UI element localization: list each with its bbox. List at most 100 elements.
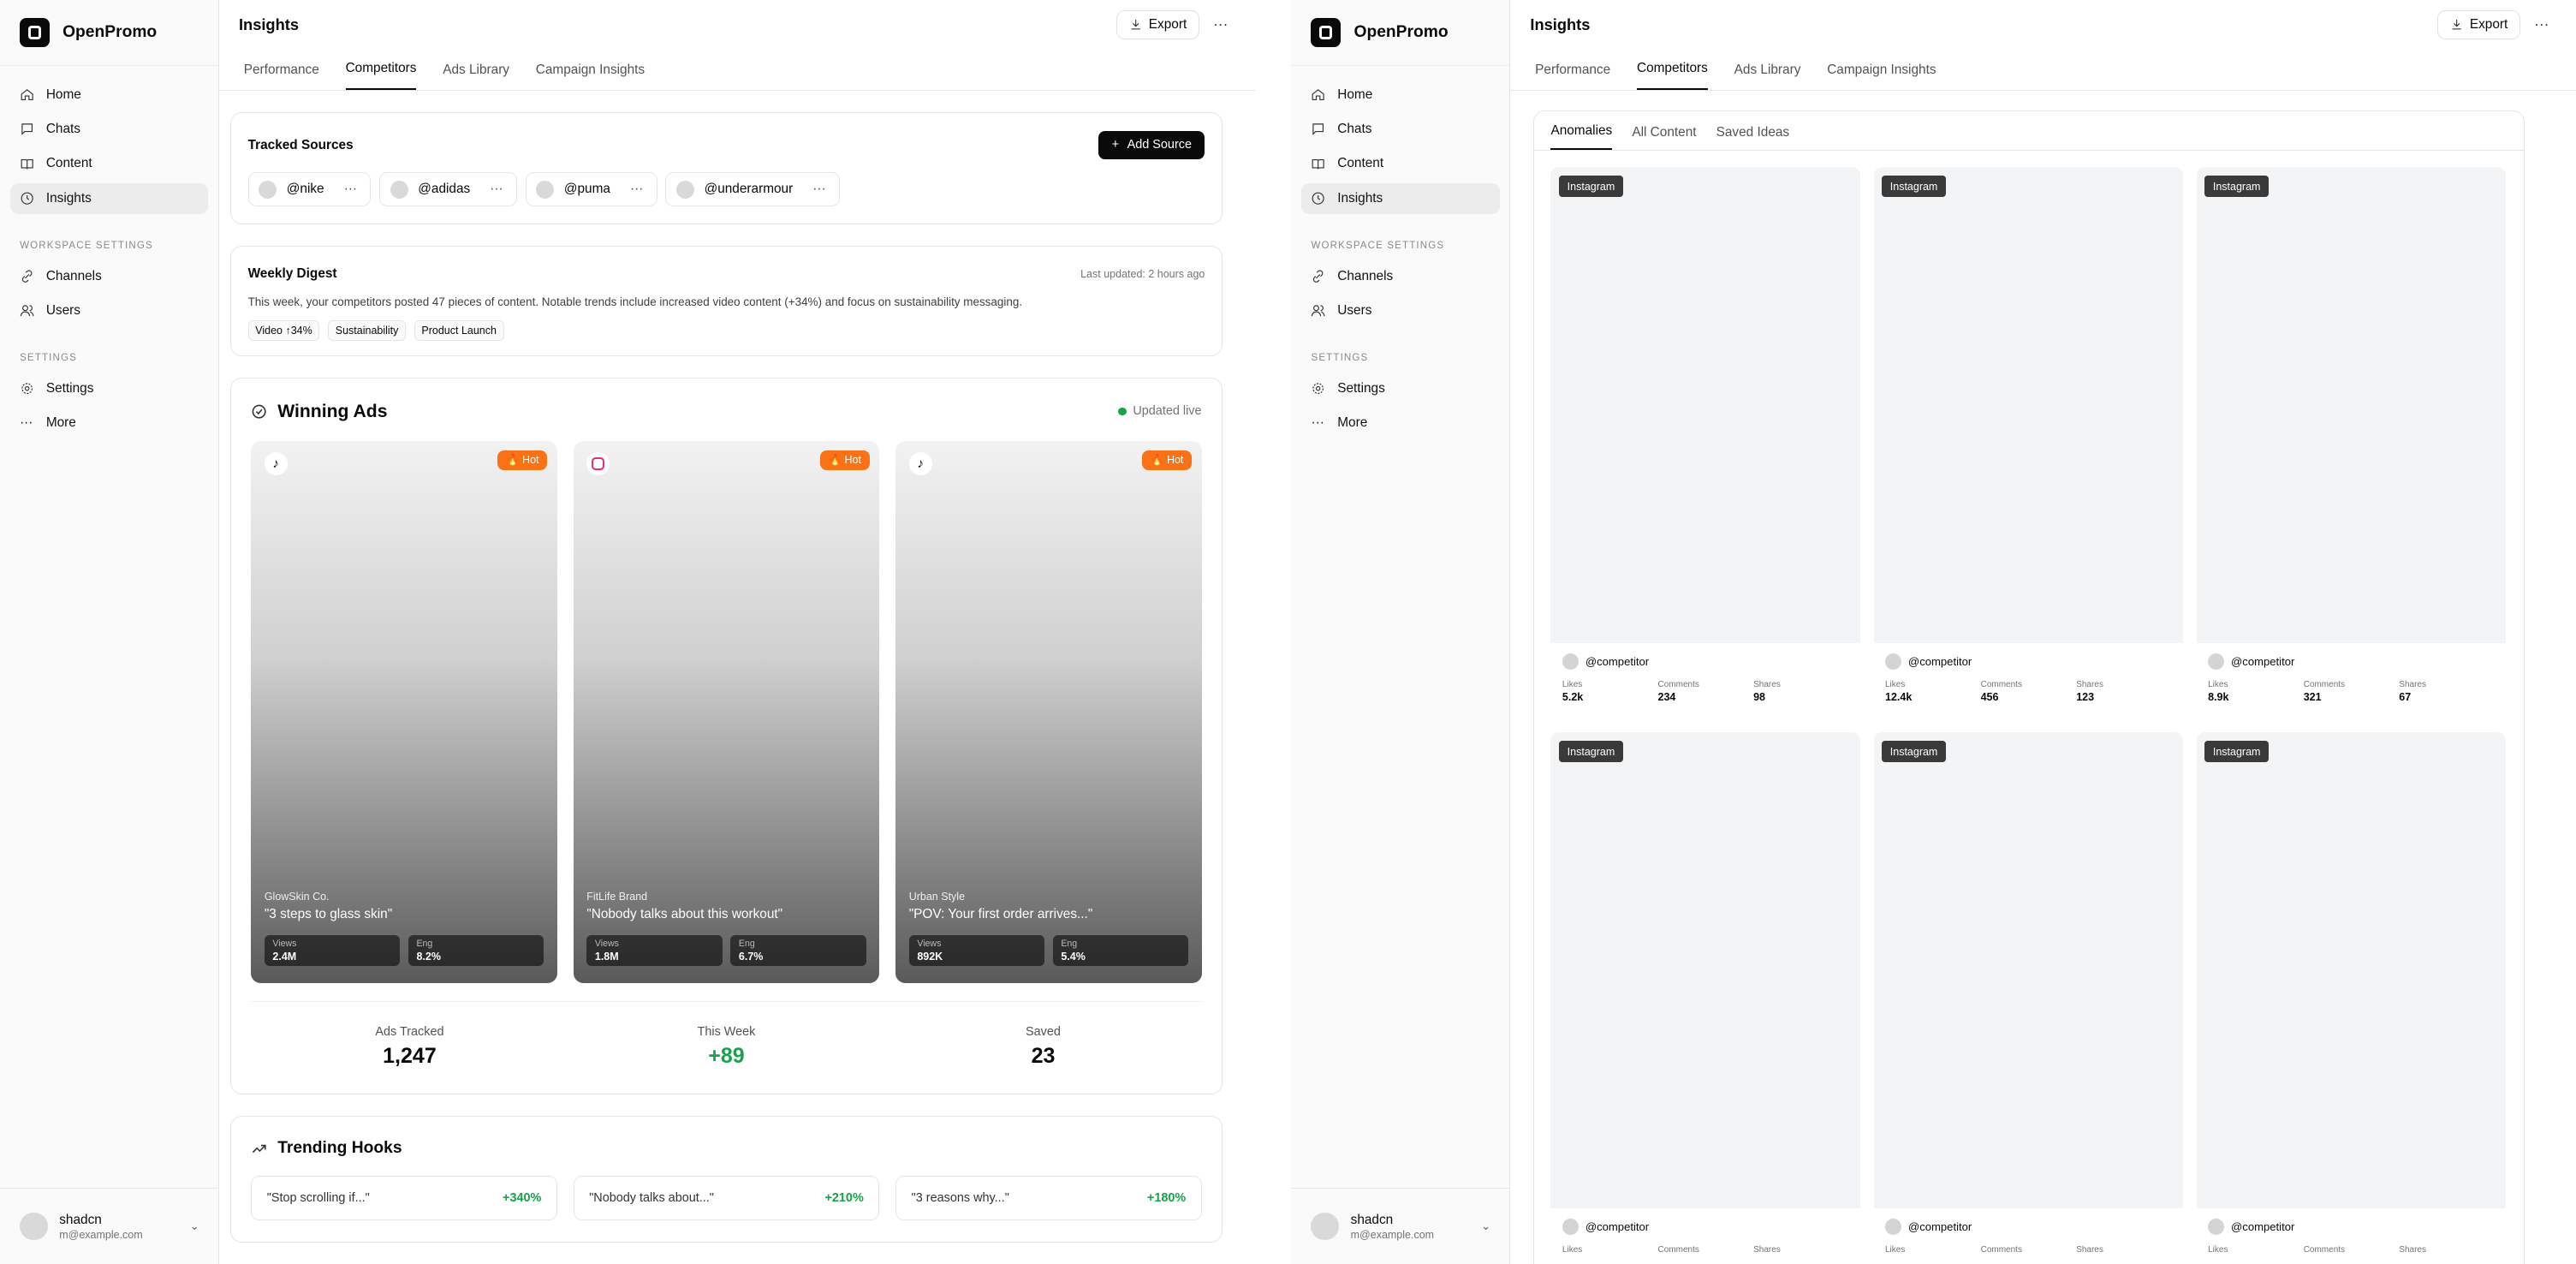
nav-item-more[interactable]: ··· More (1301, 408, 1500, 439)
ad-card[interactable]: ♪ 🔥 Hot GlowSkin Co. "3 steps to glass s… (251, 440, 557, 983)
post-thumbnail[interactable]: Instagram (2196, 732, 2507, 1209)
tab-performance[interactable]: Performance (244, 63, 319, 89)
metric-label: Likes (1562, 679, 1583, 689)
likes-metric: Likes (2208, 1243, 2304, 1256)
nav-item-settings[interactable]: Settings (10, 373, 209, 405)
ellipsis-icon[interactable]: ··· (630, 182, 643, 197)
tab-ads-library[interactable]: Ads Library (1734, 63, 1801, 89)
ad-card[interactable]: 🔥 Hot FitLife Brand "Nobody talks about … (573, 440, 880, 983)
stat-value: 892K (917, 951, 943, 963)
settings-nav: Settings ··· More (1291, 373, 1509, 439)
post-thumbnail[interactable]: Instagram (1873, 167, 2184, 644)
hook-item[interactable]: "3 reasons why..." +180% (895, 1175, 1202, 1220)
stat-value: 8.2% (416, 951, 441, 963)
stat-value: 1.8M (594, 951, 619, 963)
brand[interactable]: OpenPromo (1291, 0, 1510, 66)
post-thumbnail[interactable]: Instagram (1873, 732, 2184, 1209)
settings-heading: SETTINGS (20, 353, 77, 364)
left-panel: OpenPromo Home Chats Content Insights WO… (0, 0, 1256, 1264)
nav-item-content[interactable]: Content (1301, 148, 1500, 180)
add-source-button[interactable]: + Add Source (1098, 130, 1205, 159)
metric-label: Shares (2076, 679, 2103, 689)
post-thumbnail[interactable]: Instagram (1550, 732, 1861, 1209)
post-card[interactable]: Instagram @competitor Likes 5.2k Comments… (1550, 167, 1861, 718)
more-options-button[interactable]: ··· (1205, 15, 1235, 33)
nav-item-chats[interactable]: Chats (1301, 114, 1500, 146)
nav-item-users[interactable]: Users (10, 295, 209, 327)
nav-item-users[interactable]: Users (1301, 295, 1500, 327)
digest-text: This week, your competitors posted 47 pi… (247, 295, 1023, 309)
chevron-updown-icon: ⌄ (1480, 1219, 1491, 1232)
post-thumbnail[interactable]: Instagram (1550, 167, 1861, 644)
ad-stats: Views 892K Eng 5.4% (908, 934, 1189, 967)
gear-icon (21, 383, 33, 395)
post-card[interactable]: Instagram @competitor Likes 12.4k Comment… (1873, 167, 2184, 718)
nav-item-content[interactable]: Content (10, 148, 209, 180)
tab-competitors[interactable]: Competitors (345, 61, 417, 90)
logo-icon (20, 17, 50, 48)
summary-value: 23 (1031, 1043, 1056, 1068)
source-chip[interactable]: @underarmour ··· (665, 172, 841, 207)
subtab-anomalies[interactable]: Anomalies (1550, 123, 1613, 151)
nav-label: Chats (45, 122, 80, 136)
hook-item[interactable]: "Stop scrolling if..." +340% (251, 1175, 557, 1220)
nav-item-insights[interactable]: Insights (1300, 182, 1500, 215)
tab-campaign-insights[interactable]: Campaign Insights (1827, 63, 1936, 89)
post-card[interactable]: Instagram @competitor Likes Comments Sha… (1550, 732, 1861, 1263)
subtab-bar: Anomalies All Content Saved Ideas (1534, 111, 2525, 152)
export-button[interactable]: Export (1116, 9, 1199, 40)
source-handle: @adidas (418, 182, 471, 197)
subtab-saved-ideas[interactable]: Saved Ideas (1716, 125, 1789, 151)
nav-item-chats[interactable]: Chats (10, 114, 209, 146)
metric-value: 8.9k (2208, 691, 2229, 704)
ellipsis-icon[interactable]: ··· (344, 182, 357, 197)
hot-badge: 🔥 Hot (497, 450, 548, 470)
author-handle: @competitor (1907, 654, 1972, 668)
comments-metric: Comments 456 (1981, 678, 2077, 705)
user-email: m@example.com (1350, 1228, 1435, 1241)
nav-item-insights[interactable]: Insights (9, 182, 209, 215)
nav-label: Chats (1337, 122, 1372, 136)
post-card[interactable]: Instagram @competitor Likes 8.9k Comments… (2196, 167, 2507, 718)
ellipsis-icon: ··· (20, 415, 33, 431)
ellipsis-icon[interactable]: ··· (490, 182, 503, 197)
nav-item-channels[interactable]: Channels (10, 260, 209, 292)
metric-label: Likes (2208, 679, 2228, 689)
nav-label: More (45, 415, 76, 431)
user-menu[interactable]: shadcn m@example.com ⌄ (0, 1188, 219, 1264)
tab-performance[interactable]: Performance (1535, 63, 1610, 89)
brand[interactable]: OpenPromo (0, 0, 218, 66)
avatar (1885, 1218, 1902, 1236)
source-chip[interactable]: @puma ··· (525, 172, 657, 207)
tab-competitors[interactable]: Competitors (1636, 61, 1708, 90)
ad-card[interactable]: ♪ 🔥 Hot Urban Style "POV: Your first ord… (895, 440, 1202, 983)
more-options-button[interactable]: ··· (2526, 15, 2556, 33)
ad-brand: GlowSkin Co. (264, 890, 330, 903)
comments-metric: Comments 234 (1658, 678, 1754, 705)
user-menu[interactable]: shadcn m@example.com ⌄ (1291, 1188, 1511, 1264)
post-card[interactable]: Instagram @competitor Likes Comments Sha… (2196, 732, 2507, 1263)
platform-badge: Instagram (1559, 175, 1623, 198)
likes-metric: Likes 5.2k (1562, 678, 1658, 705)
subtab-all-content[interactable]: All Content (1632, 125, 1696, 151)
metric-value: 67 (2399, 691, 2412, 704)
nav-item-home[interactable]: Home (10, 79, 209, 110)
source-chip[interactable]: @adidas ··· (379, 172, 518, 207)
nav-item-settings[interactable]: Settings (1301, 373, 1500, 405)
nav-item-home[interactable]: Home (1301, 79, 1500, 110)
nav-item-channels[interactable]: Channels (1301, 260, 1500, 292)
hook-growth: +210% (824, 1190, 864, 1205)
avatar (2208, 1218, 2225, 1236)
avatar (20, 1212, 48, 1241)
hook-item[interactable]: "Nobody talks about..." +210% (573, 1175, 880, 1220)
post-card[interactable]: Instagram @competitor Likes Comments Sha… (1873, 732, 2184, 1263)
source-chip[interactable]: @nike ··· (247, 172, 372, 207)
tab-ads-library[interactable]: Ads Library (443, 63, 509, 89)
tab-campaign-insights[interactable]: Campaign Insights (536, 63, 645, 89)
tracked-sources-title: Tracked Sources (247, 137, 354, 152)
nav-item-more[interactable]: ··· More (10, 408, 209, 439)
clock-icon (1312, 192, 1325, 205)
export-button[interactable]: Export (2437, 9, 2520, 40)
post-thumbnail[interactable]: Instagram (2196, 167, 2507, 644)
ellipsis-icon[interactable]: ··· (812, 182, 825, 197)
